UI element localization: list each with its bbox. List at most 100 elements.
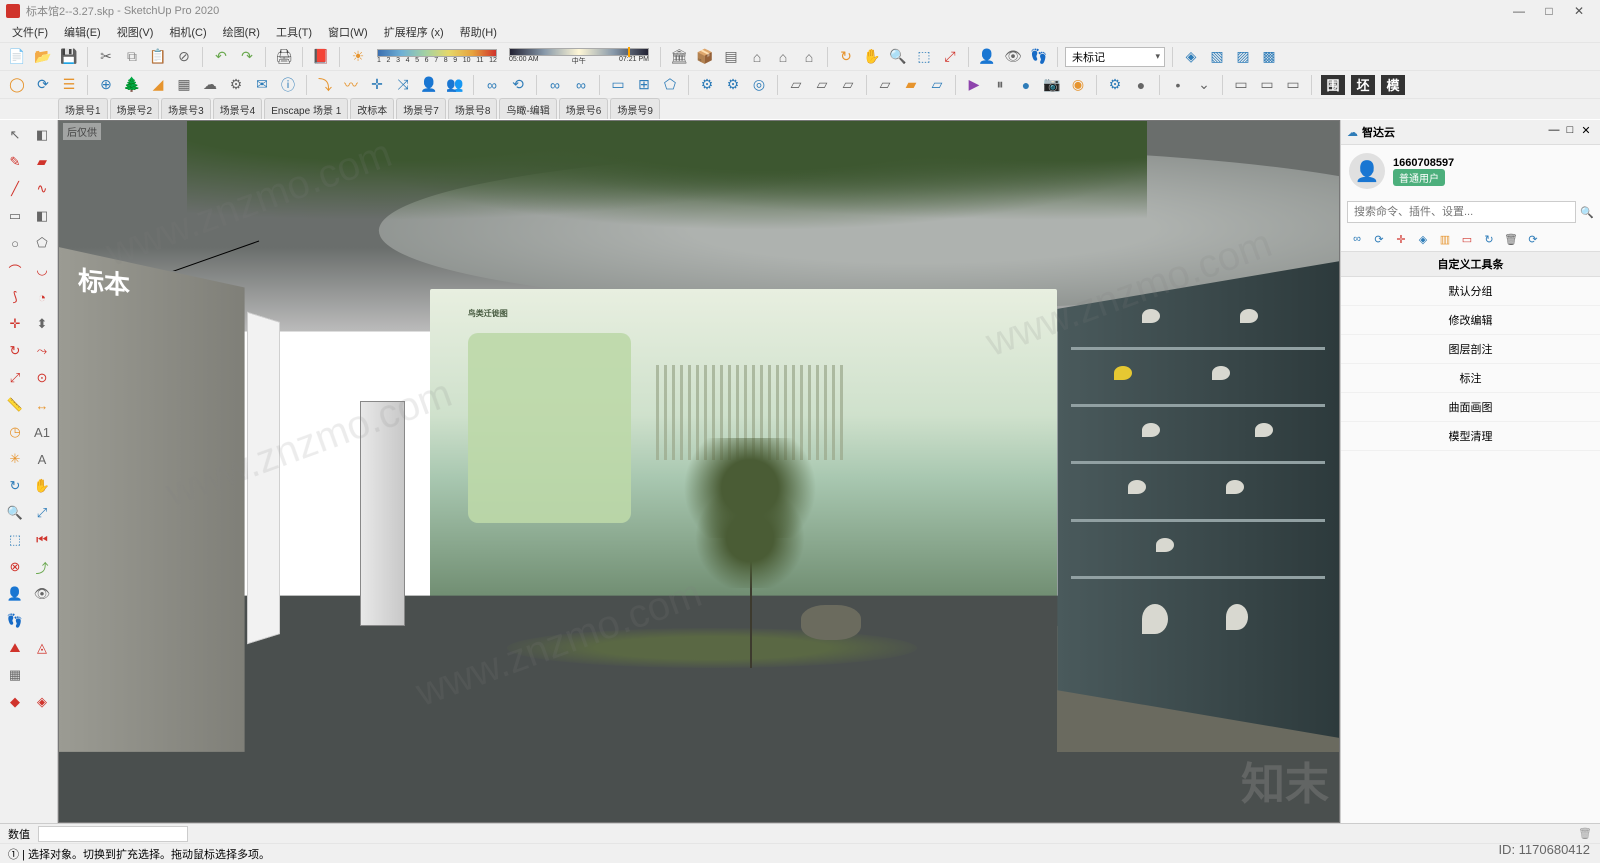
quick-icon[interactable]: ▥ — [1437, 231, 1453, 247]
select-tool-icon[interactable]: ↖ — [3, 123, 27, 147]
loop4-icon[interactable]: ∞ — [570, 74, 592, 96]
gear-icon[interactable]: ⚙ — [225, 74, 247, 96]
look-around-icon[interactable]: 👁 — [1002, 46, 1024, 68]
panel-search-input[interactable] — [1347, 201, 1576, 223]
warehouse-icon[interactable]: 🏛 — [668, 46, 690, 68]
cut-icon[interactable]: ✂ — [95, 46, 117, 68]
style3-icon[interactable]: ▩ — [1258, 46, 1280, 68]
paint-tool-icon[interactable]: ▰ — [30, 150, 54, 174]
move-tool-icon[interactable]: ✛ — [3, 312, 27, 336]
measurements-input[interactable] — [38, 826, 188, 842]
rot-rect-tool-icon[interactable]: ◧ — [30, 204, 54, 228]
pan-icon[interactable]: ✋ — [861, 46, 883, 68]
section-tool-icon[interactable]: ⊗ — [3, 555, 27, 579]
sandbox2-tool-icon[interactable]: ◬ — [30, 636, 54, 660]
toggle-shadow-icon[interactable]: ☀ — [347, 46, 369, 68]
zoom-win-tool-icon[interactable]: ⬚ — [3, 528, 27, 552]
position-cam-tool-icon[interactable]: 👤 — [3, 582, 27, 606]
record-icon[interactable]: ● — [1015, 74, 1037, 96]
add-circle-icon[interactable]: ⊕ — [95, 74, 117, 96]
home3-icon[interactable]: ⌂ — [798, 46, 820, 68]
panel-close-button[interactable]: ✕ — [1578, 124, 1594, 140]
freehand-tool-icon[interactable]: ∿ — [30, 177, 54, 201]
panel-list-item[interactable]: 默认分组 — [1341, 277, 1600, 306]
home2-icon[interactable]: ⌂ — [772, 46, 794, 68]
tool-arrows-icon[interactable]: ⤨ — [392, 74, 414, 96]
tool-arc-icon[interactable]: ⤵ — [314, 74, 336, 96]
viewport-3d[interactable]: 鸟类迁徙图 标本 — [58, 120, 1340, 823]
menu-extensions[interactable]: 扩展程序 (x) — [376, 24, 452, 40]
spot-icon[interactable]: ◉ — [1067, 74, 1089, 96]
style1-icon[interactable]: ▧ — [1206, 46, 1228, 68]
panel-list-item[interactable]: 修改编辑 — [1341, 306, 1600, 335]
box6-icon[interactable]: ▱ — [926, 74, 948, 96]
pushpull-tool-icon[interactable]: ⬍ — [30, 312, 54, 336]
quick-icon[interactable]: ⟳ — [1371, 231, 1387, 247]
quick-icon[interactable]: ⟳ — [1525, 231, 1541, 247]
time-slider[interactable]: 05:00 AM 中午 07:21 PM — [509, 48, 649, 66]
scene-tab[interactable]: 场景号8 — [448, 98, 498, 119]
tape-tool-icon[interactable]: 📏 — [3, 393, 27, 417]
arc-tool-icon[interactable]: ⌒ — [3, 258, 27, 282]
list-icon[interactable]: ☰ — [58, 74, 80, 96]
restore-panel-icon[interactable]: ▭ — [1256, 74, 1278, 96]
box5-icon[interactable]: ▰ — [900, 74, 922, 96]
print-icon[interactable]: 🖨 — [273, 46, 295, 68]
plugin2-icon[interactable]: ◈ — [30, 690, 54, 714]
orbit-icon[interactable]: ↻ — [835, 46, 857, 68]
month-slider[interactable]: 123456789101112 — [377, 49, 497, 64]
tree-icon[interactable]: 🌲 — [121, 74, 143, 96]
panel-mid-button[interactable]: □ — [1562, 124, 1578, 140]
pan-tool-icon[interactable]: ✋ — [30, 474, 54, 498]
tool-person-icon[interactable]: 👤 — [418, 74, 440, 96]
position-camera-icon[interactable]: 👤 — [976, 46, 998, 68]
box2-icon[interactable]: ▱ — [811, 74, 833, 96]
zoom-icon[interactable]: 🔍 — [887, 46, 909, 68]
panel-list-item[interactable]: 曲面画图 — [1341, 393, 1600, 422]
look-tool-icon[interactable]: 👁 — [30, 582, 54, 606]
walk-icon[interactable]: 👣 — [1028, 46, 1050, 68]
rectangle-tool-icon[interactable]: ▭ — [3, 204, 27, 228]
pattern-icon[interactable]: ▦ — [173, 74, 195, 96]
tool-move-icon[interactable]: ✛ — [366, 74, 388, 96]
sync-icon[interactable]: ⟳ — [32, 74, 54, 96]
followme-tool-icon[interactable]: ⤳ — [30, 339, 54, 363]
new-file-icon[interactable]: 📄 — [6, 46, 28, 68]
menu-help[interactable]: 帮助(H) — [452, 24, 505, 40]
menu-edit[interactable]: 编辑(E) — [56, 24, 109, 40]
panel-icon[interactable]: ▤ — [720, 46, 742, 68]
window-minimize-button[interactable]: — — [1504, 4, 1534, 18]
iso-icon[interactable]: ◈ — [1180, 46, 1202, 68]
component-tool-icon[interactable]: ▦ — [3, 663, 27, 687]
open-file-icon[interactable]: 📂 — [32, 46, 54, 68]
axes-tool-icon[interactable]: ✳ — [3, 447, 27, 471]
scale-tool-icon[interactable]: ⤢ — [3, 366, 27, 390]
search-icon[interactable]: 🔍 — [1580, 206, 1594, 219]
gear3-icon[interactable]: ⚙ — [722, 74, 744, 96]
arc3-tool-icon[interactable]: ⟆ — [3, 285, 27, 309]
prev-view-icon[interactable]: ⏮ — [30, 528, 54, 552]
style2-icon[interactable]: ▨ — [1232, 46, 1254, 68]
mail-icon[interactable]: ✉ — [251, 74, 273, 96]
dimension-tool-icon[interactable]: ↔ — [30, 393, 54, 417]
quick-icon[interactable]: ∞ — [1349, 231, 1365, 247]
scene-tab[interactable]: 场景号2 — [110, 98, 160, 119]
gear4-icon[interactable]: ◎ — [748, 74, 770, 96]
walk-tool-icon[interactable]: 👣 — [3, 609, 27, 633]
pause-icon[interactable]: ⏸ — [989, 74, 1011, 96]
orbit-tool-icon[interactable]: ↻ — [3, 474, 27, 498]
quick-icon[interactable]: ◈ — [1415, 231, 1431, 247]
select-add-icon[interactable]: ⊞ — [633, 74, 655, 96]
kanji-box-2[interactable]: 坯 — [1351, 75, 1375, 95]
mat-sphere-icon[interactable]: ● — [1130, 74, 1152, 96]
bullet-icon[interactable]: • — [1167, 74, 1189, 96]
gear2-icon[interactable]: ⚙ — [696, 74, 718, 96]
save-file-icon[interactable]: 💾 — [58, 46, 80, 68]
avatar[interactable]: 👤 — [1349, 153, 1385, 189]
next-view-icon[interactable]: ⤴ — [30, 555, 54, 579]
panel-list-item[interactable]: 模型清理 — [1341, 422, 1600, 451]
menu-window[interactable]: 窗口(W) — [320, 24, 376, 40]
tool-curve-icon[interactable]: 〰 — [340, 74, 362, 96]
scene-tab[interactable]: Enscape 场景 1 — [264, 98, 348, 119]
zoom-tool-icon[interactable]: 🔍 — [3, 501, 27, 525]
